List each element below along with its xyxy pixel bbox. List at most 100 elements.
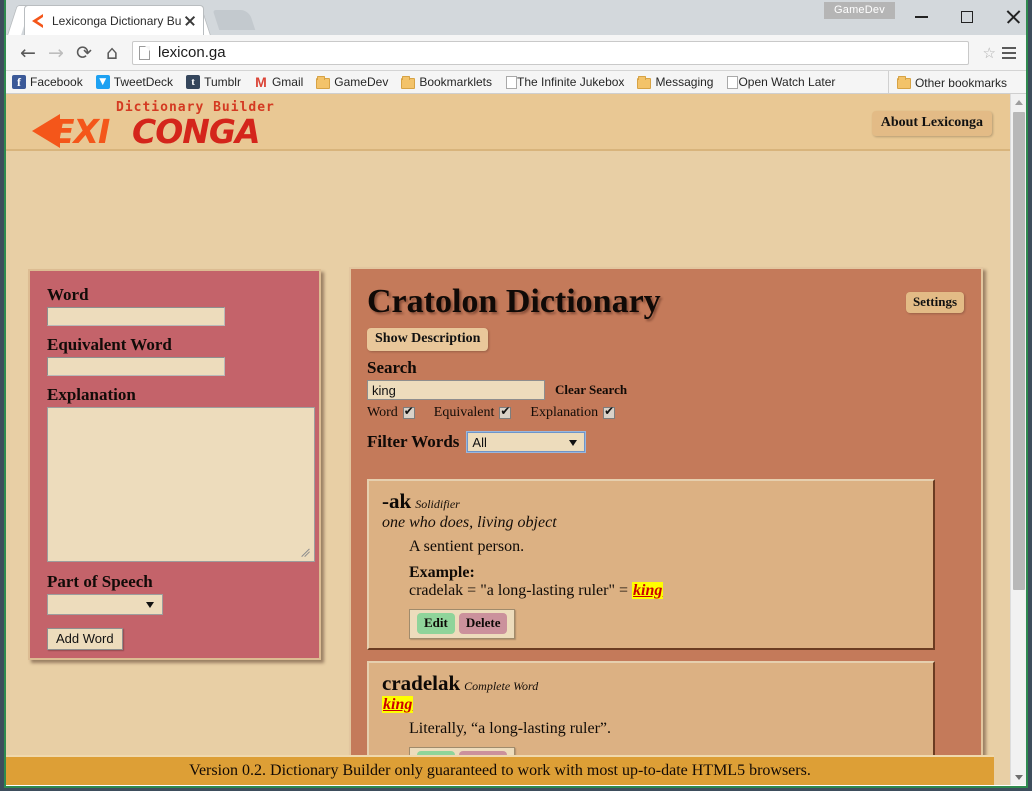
- delete-button[interactable]: Delete: [458, 612, 508, 634]
- resize-grip-icon[interactable]: [301, 548, 313, 560]
- word-header: -ak Solidifier: [382, 490, 921, 513]
- home-button[interactable]: ⌂: [98, 39, 126, 67]
- url-text: lexicon.ga: [158, 44, 226, 61]
- checkbox-input[interactable]: [402, 404, 415, 419]
- status-tooltip: GameDev: [824, 2, 895, 19]
- search-scope-checkboxes: Word Equivalent Explanation: [367, 404, 981, 421]
- scrollbar-thumb[interactable]: [1013, 112, 1025, 590]
- word-input[interactable]: [47, 307, 225, 326]
- back-button[interactable]: ←: [14, 39, 42, 67]
- bookmark-infinite-jukebox[interactable]: The Infinite Jukebox: [505, 75, 624, 89]
- show-description-button[interactable]: Show Description: [367, 328, 489, 351]
- bookmark-facebook[interactable]: f Facebook: [12, 75, 83, 89]
- page-icon: [506, 76, 518, 89]
- page-viewport: Dictionary Builder EXI CONGA About Lexic…: [6, 94, 1026, 785]
- reload-button[interactable]: ⟳: [70, 39, 98, 67]
- filter-words-select[interactable]: All: [466, 431, 587, 453]
- browser-tab-lexiconga[interactable]: Lexiconga Dictionary Build: [24, 5, 204, 35]
- reload-icon: ⟳: [76, 41, 92, 64]
- hamburger-menu-icon[interactable]: [1000, 43, 1018, 63]
- add-word-button[interactable]: Add Word: [47, 628, 123, 650]
- checkbox-label: Equivalent: [433, 405, 495, 420]
- checkbox-input[interactable]: [499, 404, 512, 419]
- page-icon: [139, 45, 150, 60]
- example-text: cradelak = "a long-lasting ruler" =: [409, 581, 633, 599]
- browser-titlebar: Lexiconga Dictionary Build GameDev: [6, 0, 1026, 35]
- bookmark-label: Gmail: [271, 75, 304, 89]
- lexiconga-logo[interactable]: Dictionary Builder EXI CONGA: [28, 98, 328, 151]
- tab-title: Lexiconga Dictionary Build: [52, 13, 181, 28]
- checkbox-equivalent[interactable]: Equivalent: [433, 404, 512, 421]
- chevron-down-icon: [146, 602, 154, 608]
- close-icon[interactable]: [183, 14, 197, 28]
- address-bar[interactable]: lexicon.ga: [132, 40, 969, 65]
- checkbox-explanation[interactable]: Explanation: [530, 404, 616, 421]
- part-of-speech-select[interactable]: [47, 594, 163, 615]
- bookmark-label: Bookmarklets: [419, 75, 493, 89]
- bookmark-tweetdeck[interactable]: ▼ TweetDeck: [95, 75, 173, 89]
- logo-part-conga: CONGA: [132, 112, 261, 151]
- filter-words-value: All: [472, 434, 487, 450]
- page-title: Cratolon Dictionary: [367, 283, 661, 320]
- equivalent-word-input[interactable]: [47, 357, 225, 376]
- bookmark-messaging[interactable]: Messaging: [637, 75, 713, 89]
- facebook-icon: f: [12, 75, 26, 89]
- word-actions: EditDelete: [409, 608, 516, 639]
- chevron-down-icon: [1015, 774, 1023, 780]
- search-input[interactable]: king: [367, 380, 545, 400]
- bookmark-tumblr[interactable]: t Tumblr: [186, 75, 241, 89]
- checkbox-label: Explanation: [530, 405, 599, 420]
- close-window-button[interactable]: [990, 0, 1026, 34]
- arrow-left-icon: ←: [20, 41, 36, 64]
- edit-button[interactable]: Edit: [417, 612, 455, 634]
- word-explanation: A sentient person.: [409, 537, 525, 555]
- checkbox-input[interactable]: [603, 404, 616, 419]
- word-header: cradelak Complete Word: [382, 672, 921, 695]
- part-of-speech-label: Part of Speech: [47, 572, 153, 591]
- checkbox-label: Word: [367, 405, 398, 420]
- bookmark-star-icon[interactable]: ☆: [983, 44, 996, 62]
- word-part-of-speech: Complete Word: [464, 678, 539, 693]
- settings-button[interactable]: Settings: [905, 292, 964, 313]
- new-tab-button[interactable]: [212, 10, 256, 30]
- bookmark-bookmarklets[interactable]: Bookmarklets: [401, 75, 492, 89]
- folder-icon: [316, 75, 331, 89]
- scroll-down-button[interactable]: [1011, 769, 1026, 785]
- explanation-textarea[interactable]: [47, 407, 315, 562]
- gmail-icon: M: [255, 74, 267, 90]
- lexiconga-chevron-icon: [31, 13, 46, 28]
- page-scrollbar[interactable]: [1010, 94, 1026, 785]
- tumblr-icon: t: [186, 75, 201, 89]
- bookmark-gamedev[interactable]: GameDev: [316, 75, 388, 89]
- checkbox-word[interactable]: Word: [367, 404, 415, 421]
- home-icon: ⌂: [105, 41, 119, 64]
- dictionary-panel: Settings Cratolon Dictionary Show Descri…: [349, 267, 983, 785]
- word-equivalent: one who does, living object: [382, 513, 557, 531]
- site-header: Dictionary Builder EXI CONGA About Lexic…: [6, 94, 1010, 151]
- maximize-icon: [961, 11, 973, 23]
- equivalent-word-label: Equivalent Word: [47, 335, 172, 354]
- scroll-up-button[interactable]: [1011, 94, 1026, 110]
- maximize-button[interactable]: [944, 0, 990, 34]
- search-highlight: king: [382, 695, 414, 713]
- minimize-icon: [914, 16, 928, 18]
- bookmark-open-watch-later[interactable]: Open Watch Later: [726, 75, 835, 89]
- bookmark-gmail[interactable]: M Gmail: [254, 75, 303, 89]
- minimize-button[interactable]: [898, 0, 944, 34]
- clear-search-button[interactable]: Clear Search: [555, 382, 627, 398]
- word-equivalent: king: [382, 695, 921, 714]
- twitter-icon: ▼: [95, 75, 110, 89]
- bookmark-label: Facebook: [30, 75, 83, 89]
- add-word-form: Word Equivalent Word Explanation Part of…: [28, 269, 321, 660]
- footer-text: Version 0.2. Dictionary Builder only gua…: [189, 762, 811, 779]
- page-content: Dictionary Builder EXI CONGA About Lexic…: [6, 94, 1010, 785]
- explanation-label: Explanation: [47, 385, 136, 404]
- forward-button[interactable]: →: [42, 39, 70, 67]
- about-lexiconga-button[interactable]: About Lexiconga: [871, 111, 992, 136]
- bookmark-other-bookmarks[interactable]: Other bookmarks: [887, 71, 1007, 93]
- search-label: Search: [367, 358, 417, 377]
- word-label: Word: [47, 285, 89, 304]
- word-example-body: cradelak = "a long-lasting ruler" = king: [409, 581, 921, 600]
- word-part-of-speech: Solidifier: [415, 497, 460, 511]
- bookmark-label: Messaging: [655, 75, 714, 89]
